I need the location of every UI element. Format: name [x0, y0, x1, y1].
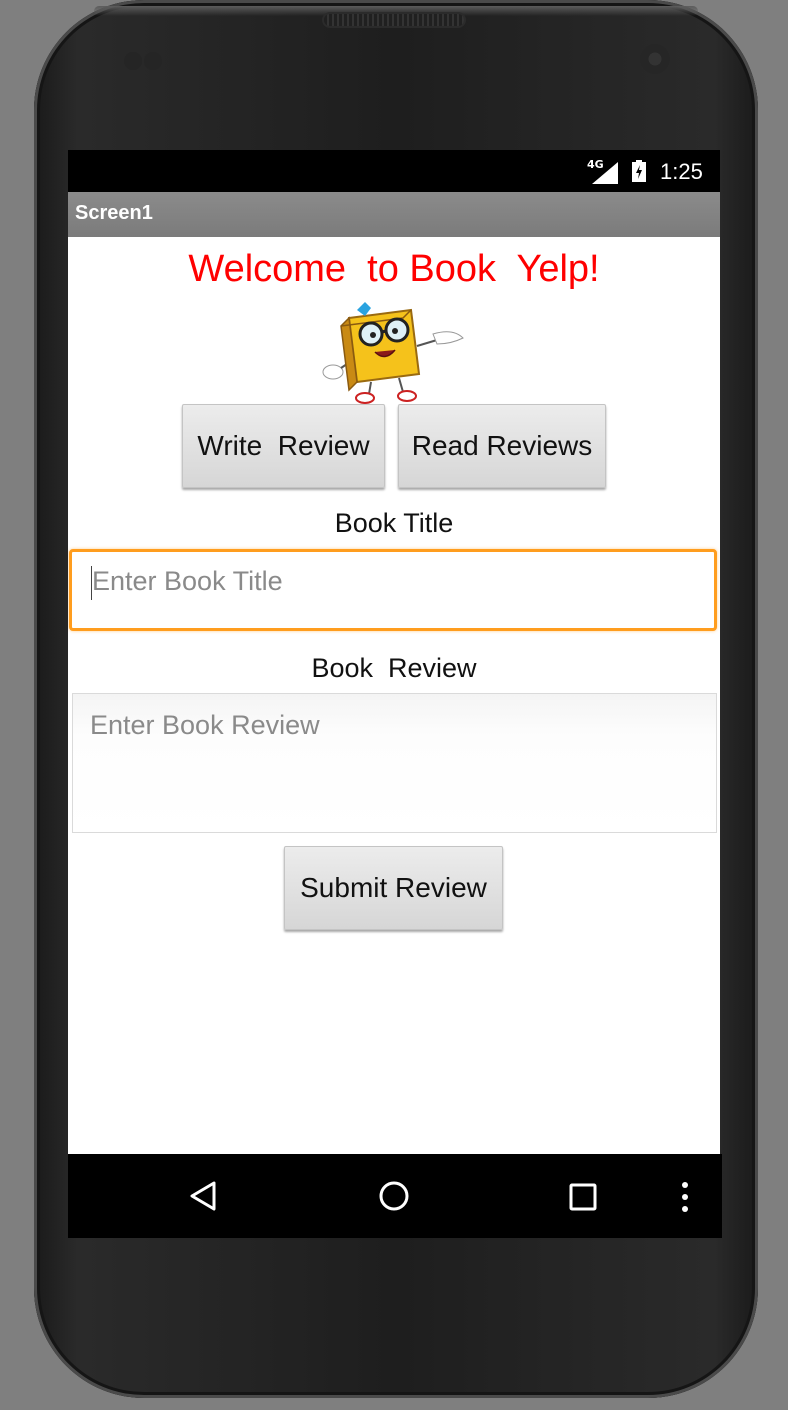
read-reviews-button[interactable]: Read Reviews — [398, 404, 606, 488]
signal-icon — [592, 162, 618, 184]
battery-charging-icon — [632, 160, 646, 182]
navigation-bar — [68, 1154, 722, 1238]
book-review-label: Book Review — [311, 653, 477, 683]
clock: 1:25 — [660, 159, 703, 184]
book-title-placeholder: Enter Book Title — [92, 566, 283, 596]
status-bar: 4G 1:25 — [68, 150, 720, 192]
front-camera — [640, 44, 670, 74]
write-review-button[interactable]: Write Review — [182, 404, 385, 488]
light-sensor — [144, 52, 162, 70]
welcome-heading: Welcome to Book Yelp! — [188, 248, 600, 290]
back-icon[interactable] — [188, 1180, 218, 1212]
earpiece-speaker — [324, 14, 464, 26]
home-icon[interactable] — [378, 1180, 410, 1212]
title-bar: Screen1 — [68, 192, 720, 237]
book-title-input[interactable]: Enter Book Title — [69, 549, 717, 631]
overflow-menu-icon[interactable] — [680, 1180, 690, 1214]
book-mascot-image — [322, 302, 464, 404]
book-review-input[interactable]: Enter Book Review — [72, 693, 717, 833]
proximity-sensor — [124, 52, 142, 70]
recents-icon[interactable] — [568, 1182, 598, 1212]
submit-review-button[interactable]: Submit Review — [284, 846, 503, 930]
book-review-placeholder: Enter Book Review — [90, 710, 320, 740]
book-title-label: Book Title — [334, 508, 454, 538]
screen-title: Screen1 — [75, 202, 153, 224]
device-screen: 4G 1:25 Screen1 Welcome to Book Yelp! Wr… — [68, 150, 720, 1154]
